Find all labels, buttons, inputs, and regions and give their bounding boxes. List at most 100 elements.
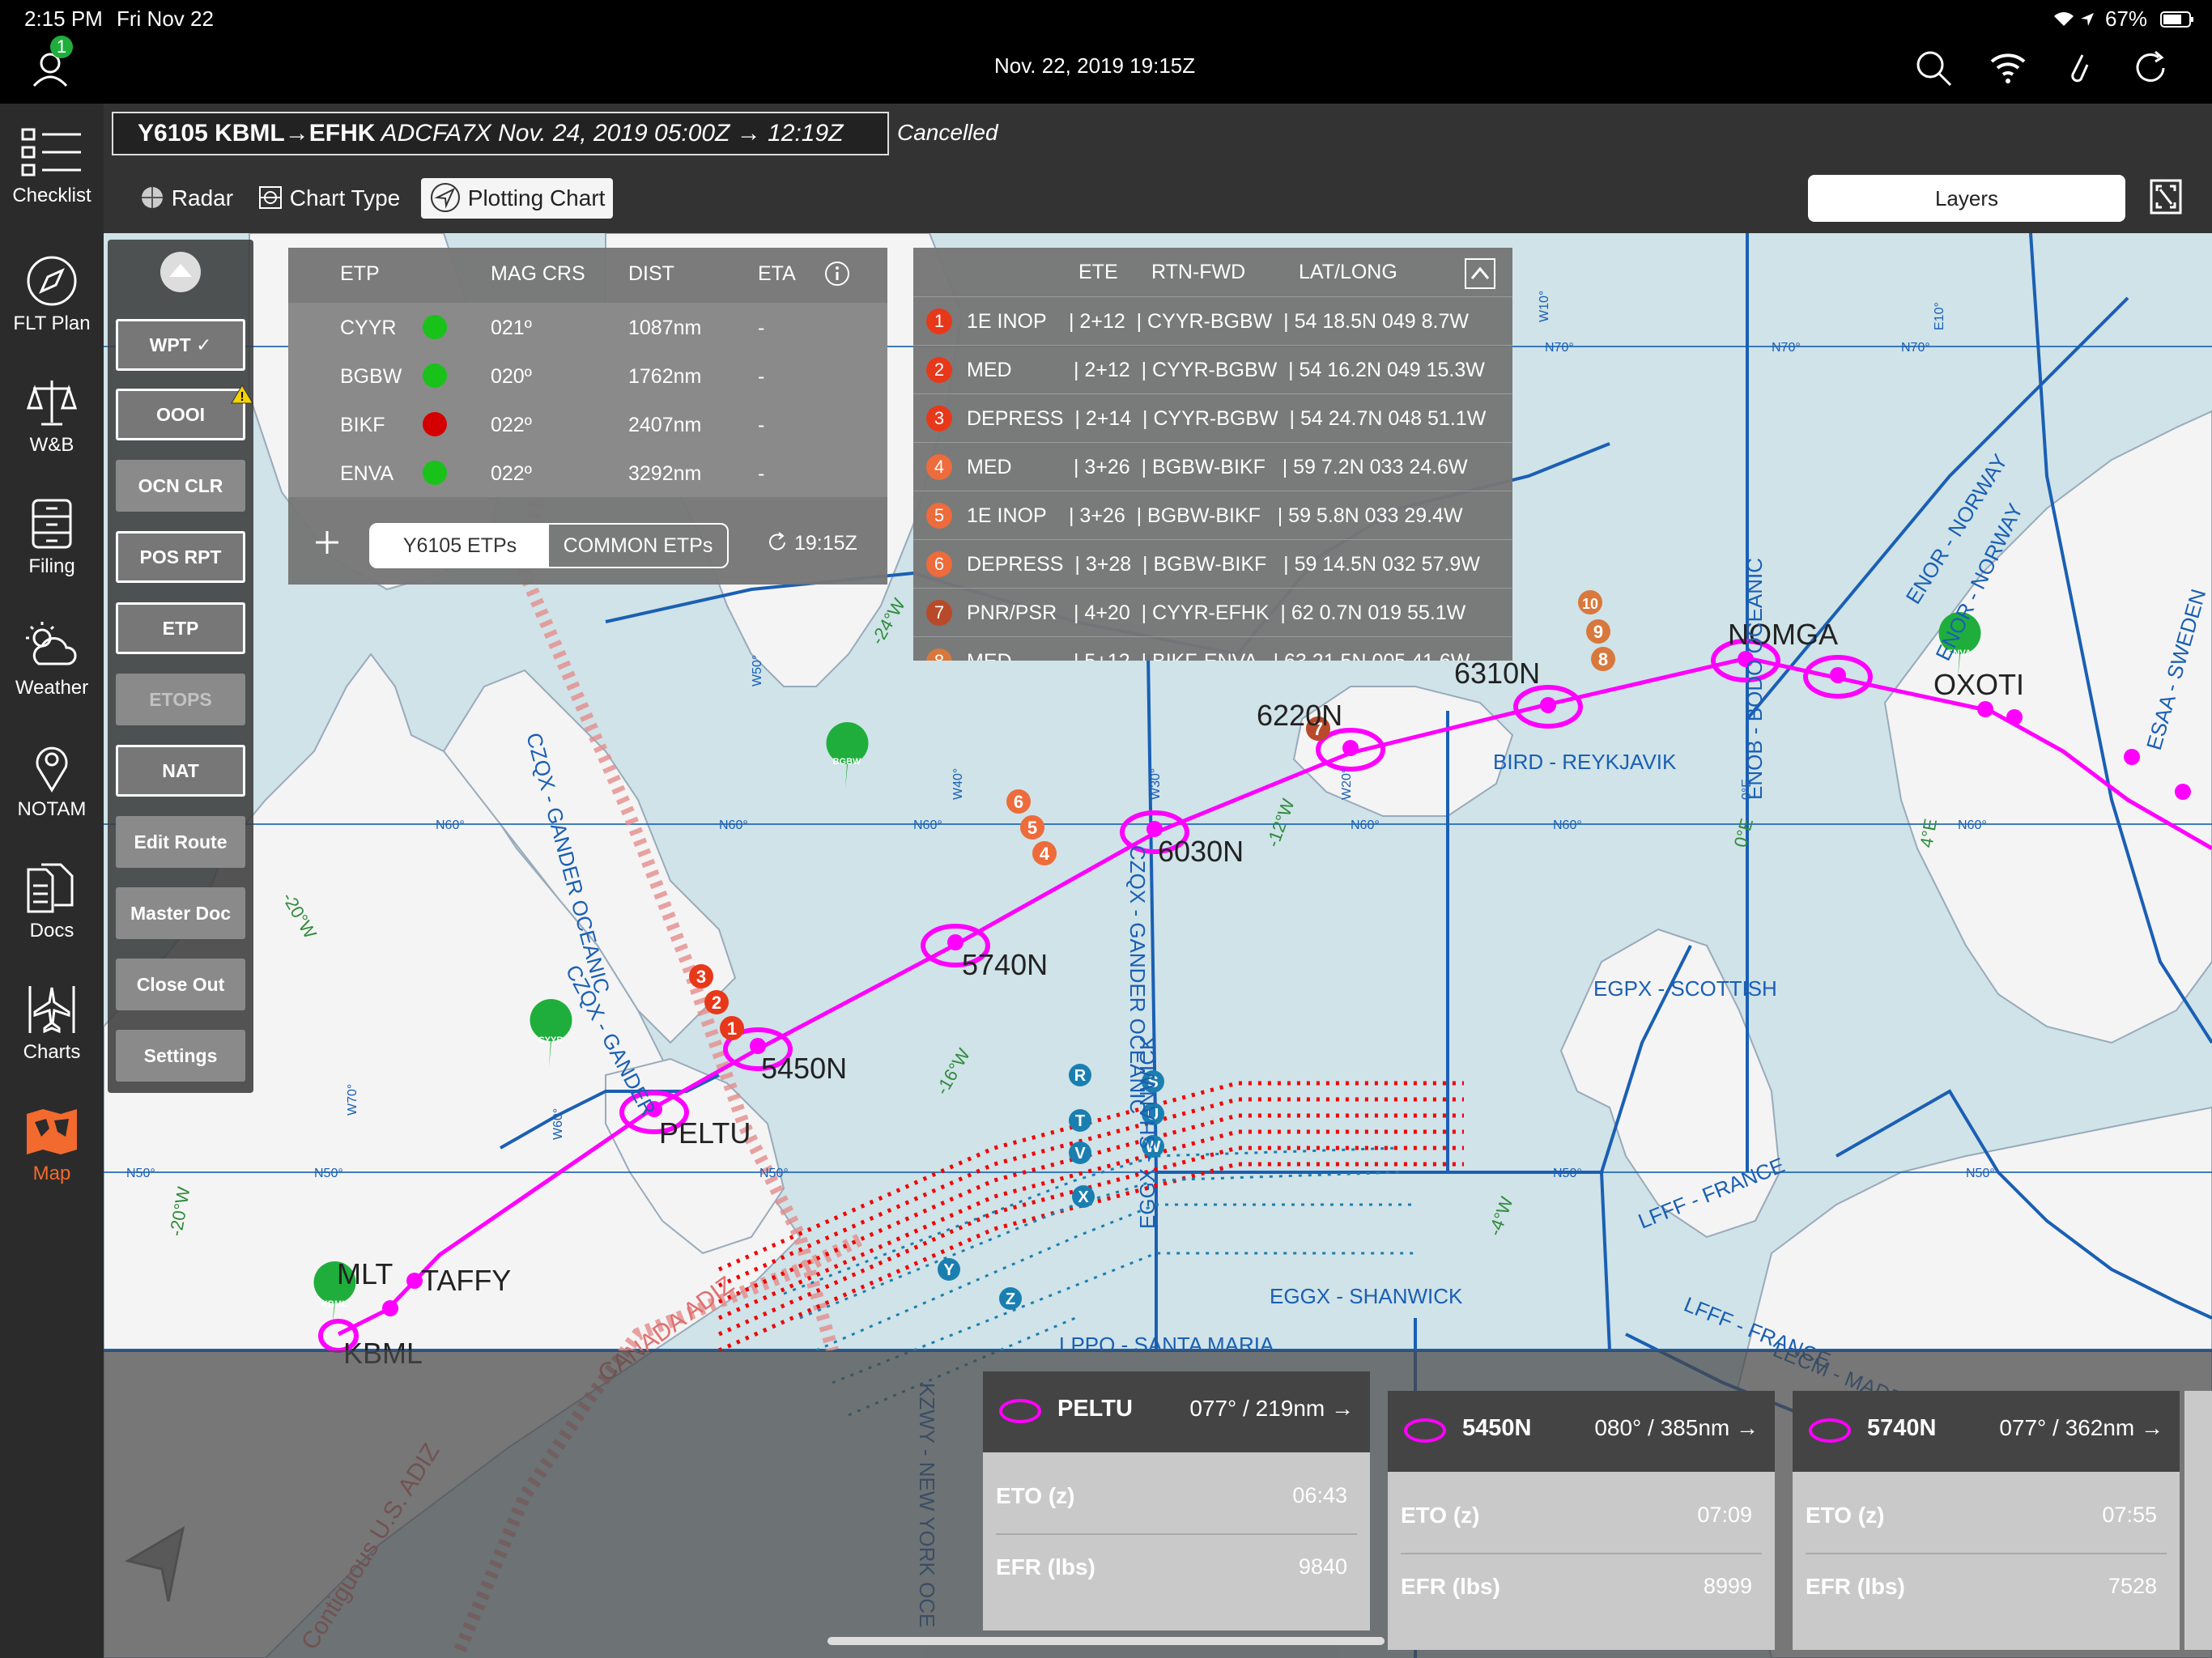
- edit-route-button[interactable]: Edit Route: [116, 816, 245, 868]
- etp-dist: 1762nm: [628, 365, 702, 388]
- info-button[interactable]: [824, 261, 850, 291]
- pos-rpt-button[interactable]: POS RPT: [116, 531, 245, 583]
- sidebar-item-checklist[interactable]: Checklist: [0, 126, 104, 207]
- collapse-menu-button[interactable]: [160, 251, 202, 297]
- sidebar-item-weather[interactable]: Weather: [0, 619, 104, 699]
- efr-value: 8999: [1703, 1574, 1752, 1598]
- oooi-button[interactable]: OOOI: [116, 389, 245, 440]
- flight-selector[interactable]: Y6105 KBML→EFHK ADCFA7X Nov. 24, 2019 05…: [112, 112, 889, 155]
- etp-panel: ETP MAG CRS DIST ETA CYYR 021º 1087nm - …: [288, 248, 887, 585]
- home-indicator[interactable]: [827, 1637, 1385, 1645]
- sidebar-item-map[interactable]: Map: [0, 1104, 104, 1185]
- efr-value: 7528: [2108, 1574, 2157, 1598]
- waypoint-card-peltu[interactable]: PELTU 077° / 219nm → ETO (z) 06:43 EFR (…: [983, 1371, 1370, 1630]
- svg-text:EGPX - SCOTTISH: EGPX - SCOTTISH: [1593, 976, 1777, 1001]
- close-out-button[interactable]: Close Out: [116, 959, 245, 1010]
- list-item[interactable]: 3 DEPRESS | 2+14 | CYYR-BGBW | 54 24.7N 0…: [913, 393, 1512, 442]
- waypoint-card-5450n[interactable]: 5450N 080° / 385nm → ETO (z) 07:09 EFR (…: [1388, 1391, 1775, 1650]
- waypoint-card-partial[interactable]: [2184, 1391, 2212, 1650]
- svg-text:N50°: N50°: [126, 1167, 155, 1180]
- sidebar-item-label: Filing: [28, 555, 75, 577]
- sidebar-item-filing[interactable]: Filing: [0, 497, 104, 578]
- tab-y6105-etps[interactable]: Y6105 ETPs: [371, 525, 549, 567]
- scale-icon: [26, 380, 78, 426]
- sidebar-item-notam[interactable]: NOTAM: [0, 740, 104, 821]
- etp-dist: 3292nm: [628, 462, 702, 485]
- svg-text:5: 5: [1027, 818, 1037, 838]
- waypoint-ring-icon: [1404, 1418, 1446, 1443]
- plotting-chart-button[interactable]: Plotting Chart: [421, 178, 614, 219]
- table-row[interactable]: BIKF 022º 2407nm -: [288, 400, 887, 449]
- svg-text:X: X: [1078, 1188, 1089, 1206]
- list-item[interactable]: 4 MED | 3+26 | BGBW-BIKF | 59 7.2N 033 24…: [913, 442, 1512, 491]
- refresh-button[interactable]: [2131, 49, 2170, 91]
- table-row[interactable]: ENVA 022º 3292nm -: [288, 449, 887, 497]
- svg-text:N70°: N70°: [1545, 341, 1574, 355]
- wpt-button[interactable]: WPT ✓: [116, 319, 245, 371]
- waypoint-card-5740n[interactable]: 5740N 077° / 362nm → ETO (z) 07:55 EFR (…: [1793, 1391, 2180, 1650]
- list-item[interactable]: 1 1E INOP | 2+12 | CYYR-BGBW | 54 18.5N 0…: [913, 296, 1512, 345]
- fullscreen-button[interactable]: [2149, 178, 2183, 219]
- efr-label: EFR (lbs): [1806, 1574, 1905, 1599]
- etp-status-dot: [423, 315, 447, 339]
- sidebar-item-charts[interactable]: Charts: [0, 983, 104, 1064]
- nat-button[interactable]: NAT: [116, 745, 245, 797]
- mag-crs-header: MAG CRS: [491, 262, 585, 285]
- svg-text:-16°W: -16°W: [932, 1045, 974, 1099]
- table-row[interactable]: BGBW 020º 1762nm -: [288, 351, 887, 400]
- eta-header: ETA: [758, 262, 796, 285]
- warning-icon: !: [231, 384, 253, 409]
- attachment-button[interactable]: [2066, 49, 2091, 91]
- svg-text:ENOB - BODO OCEANIC: ENOB - BODO OCEANIC: [1742, 558, 1767, 800]
- svg-text:6310N: 6310N: [1454, 657, 1540, 690]
- map-icon: [27, 1109, 77, 1154]
- svg-text:E10°: E10°: [1933, 302, 1946, 330]
- sidebar-item-wb[interactable]: W&B: [0, 376, 104, 457]
- battery-icon: [2160, 11, 2194, 32]
- search-button[interactable]: [1914, 49, 1953, 91]
- svg-text:N60°: N60°: [1958, 818, 1987, 832]
- etp-button[interactable]: ETP: [116, 602, 245, 654]
- list-item[interactable]: 8 MED | 5+12 | BIKF-ENVA | 63 21.5N 005 4…: [913, 636, 1512, 661]
- sidebar-item-flt-plan[interactable]: FLT Plan: [0, 254, 104, 335]
- etp-marker-badge: 2: [926, 357, 952, 383]
- svg-text:T: T: [1075, 1112, 1085, 1130]
- list-item[interactable]: 7 PNR/PSR | 4+20 | CYYR-EFHK | 62 0.7N 01…: [913, 588, 1512, 636]
- svg-text:Z: Z: [1006, 1290, 1015, 1308]
- list-item[interactable]: 6 DEPRESS | 3+28 | BGBW-BIKF | 59 14.5N 0…: [913, 539, 1512, 588]
- etops-button[interactable]: ETOPS: [116, 674, 245, 725]
- user-profile-button[interactable]: 1: [29, 36, 74, 91]
- etp-refresh-button[interactable]: 19:15Z: [766, 531, 857, 555]
- chart-type-label: Chart Type: [289, 185, 401, 210]
- connection-button[interactable]: [1989, 50, 2027, 88]
- collapse-ete-button[interactable]: [1464, 257, 1496, 294]
- tab-common-etps[interactable]: COMMON ETPs: [549, 525, 727, 567]
- chart-type-button[interactable]: Chart Type: [249, 178, 408, 219]
- refresh-icon: [769, 532, 785, 551]
- radar-button[interactable]: Radar: [131, 178, 241, 219]
- layers-button[interactable]: Layers: [1808, 175, 2125, 222]
- etp-segment-control: Y6105 ETPs COMMON ETPs: [369, 523, 729, 568]
- add-etp-button[interactable]: [313, 528, 342, 565]
- plus-icon: [316, 531, 338, 554]
- radar-icon: [142, 187, 163, 208]
- sidebar-item-docs[interactable]: Docs: [0, 861, 104, 942]
- svg-text:5450N: 5450N: [761, 1052, 847, 1085]
- ete-row-text: 1E INOP | 2+12 | CYYR-BGBW | 54 18.5N 04…: [967, 310, 1469, 333]
- eto-label: ETO (z): [1806, 1503, 1885, 1528]
- master-doc-button[interactable]: Master Doc: [116, 887, 245, 939]
- etp-marker-badge: 3: [926, 406, 952, 432]
- svg-text:N60°: N60°: [719, 818, 748, 832]
- location-status-icon: [2079, 11, 2095, 32]
- filing-icon: [32, 499, 72, 549]
- wifi-status-icon: [2053, 11, 2074, 32]
- ocn-clr-button[interactable]: OCN CLR: [116, 460, 245, 512]
- table-row[interactable]: CYYR 021º 1087nm -: [288, 303, 887, 351]
- list-item[interactable]: 5 1E INOP | 3+26 | BGBW-BIKF | 59 5.8N 03…: [913, 491, 1512, 539]
- ete-header: ETE: [1078, 261, 1118, 283]
- list-item[interactable]: 2 MED | 2+12 | CYYR-BGBW | 54 16.2N 049 1…: [913, 345, 1512, 393]
- settings-button[interactable]: Settings: [116, 1030, 245, 1082]
- waypoint-course: 080° / 385nm →: [1594, 1415, 1759, 1440]
- waypoint-cards-panel: PELTU 077° / 219nm → ETO (z) 06:43 EFR (…: [104, 1350, 2212, 1658]
- expand-icon: [2150, 179, 2182, 215]
